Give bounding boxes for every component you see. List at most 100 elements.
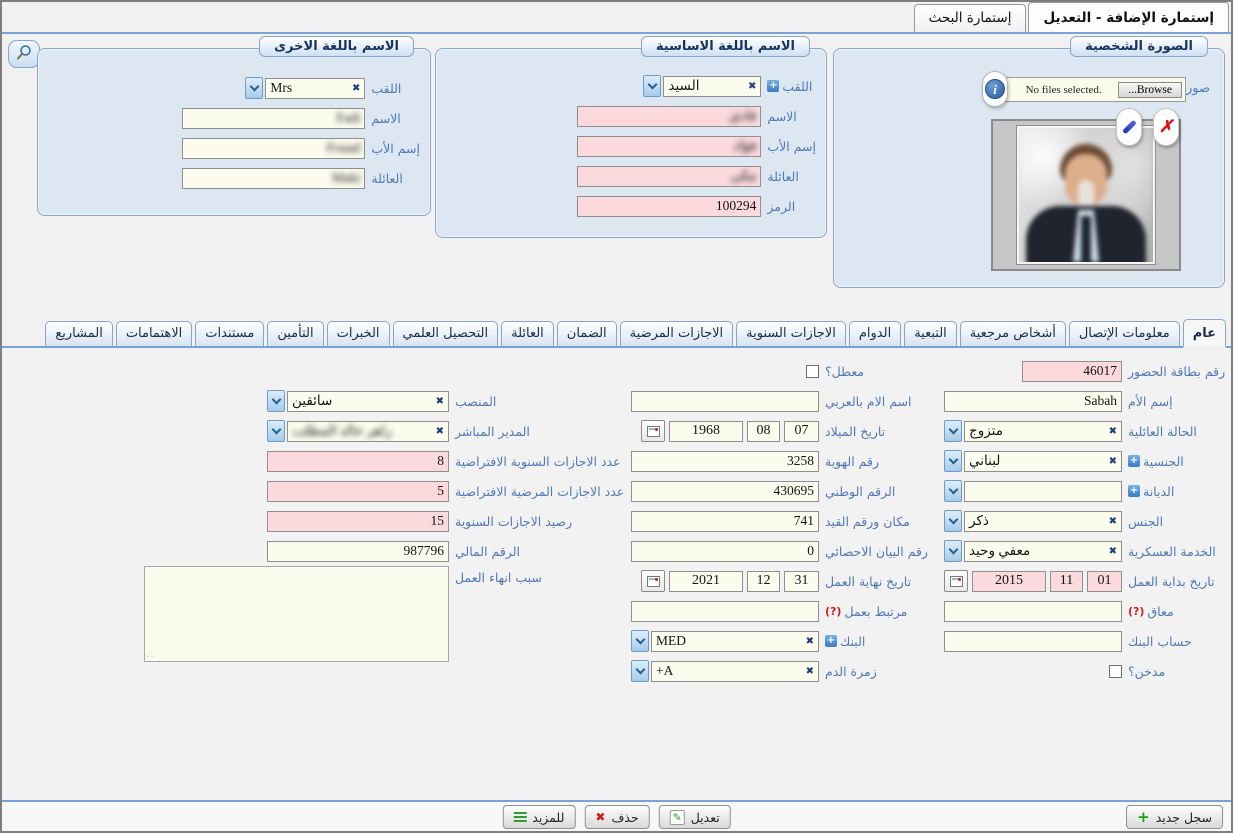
father-name-primary-input[interactable]: فؤاد bbox=[577, 136, 761, 157]
tab-الضمان[interactable]: الضمان bbox=[557, 321, 617, 346]
tab-الاهتمامات[interactable]: الاهتمامات bbox=[116, 321, 192, 346]
bank-account-input[interactable] bbox=[944, 631, 1122, 652]
marital-status-field[interactable]: ✖متزوج bbox=[964, 421, 1122, 442]
calendar-icon[interactable] bbox=[641, 570, 665, 592]
work-start-date-day[interactable]: 01 bbox=[1087, 571, 1122, 592]
mother-name-value: Sabah bbox=[1084, 393, 1117, 409]
chevron-down-icon[interactable] bbox=[944, 450, 962, 472]
chevron-down-icon[interactable] bbox=[631, 660, 649, 682]
direct-manager-field[interactable]: ✖زاهر خالد المطلب bbox=[287, 421, 449, 442]
tab-search-form[interactable]: إستمارة البحث bbox=[914, 4, 1027, 32]
plus-icon[interactable]: + bbox=[767, 80, 779, 92]
more-button[interactable]: للمزيد bbox=[502, 805, 575, 829]
clear-x-icon[interactable]: ✖ bbox=[1109, 426, 1117, 437]
work-end-date-day[interactable]: 31 bbox=[784, 571, 819, 592]
birth-date-month[interactable]: 08 bbox=[747, 421, 780, 442]
identity-number-input[interactable]: 3258 bbox=[631, 451, 819, 472]
military-service-field[interactable]: ✖معفي وحيد bbox=[964, 541, 1122, 562]
photo-info-badge[interactable]: i bbox=[982, 71, 1008, 107]
clear-x-icon[interactable]: ✖ bbox=[1109, 516, 1117, 527]
chevron-down-icon[interactable] bbox=[267, 390, 285, 412]
position-field[interactable]: ✖سائقين bbox=[287, 391, 449, 412]
chevron-down-icon[interactable] bbox=[643, 75, 661, 97]
clear-x-icon[interactable]: ✖ bbox=[806, 636, 814, 647]
tab-التبعية[interactable]: التبعية bbox=[904, 321, 957, 346]
tab-الاجازات المرضية[interactable]: الاجازات المرضية bbox=[620, 321, 733, 346]
chevron-down-icon[interactable] bbox=[631, 630, 649, 652]
tab-معلومات الإتصال[interactable]: معلومات الإتصال bbox=[1069, 321, 1180, 346]
calendar-icon[interactable] bbox=[641, 420, 665, 442]
tab-الدوام[interactable]: الدوام bbox=[849, 321, 901, 346]
tab-عام[interactable]: عام bbox=[1183, 319, 1226, 348]
plus-icon[interactable]: + bbox=[1128, 485, 1140, 497]
mother-name-arabic-input[interactable] bbox=[631, 391, 819, 412]
clear-x-icon[interactable]: ✖ bbox=[436, 426, 444, 437]
chevron-down-icon[interactable] bbox=[267, 420, 285, 442]
smoker-checkbox[interactable] bbox=[1109, 665, 1122, 678]
linked-to-work-input[interactable] bbox=[631, 601, 819, 622]
chevron-down-icon[interactable] bbox=[245, 77, 263, 99]
edit-button[interactable]: تعديل ✎ bbox=[659, 805, 731, 829]
religion-field[interactable] bbox=[964, 481, 1122, 502]
tab-التأمين[interactable]: التأمين bbox=[267, 321, 323, 346]
new-record-button[interactable]: سجل جديد + bbox=[1126, 805, 1223, 829]
tab-مستندات[interactable]: مستندات bbox=[195, 321, 264, 346]
annual-leaves-balance-input[interactable]: 15 bbox=[267, 511, 449, 532]
clear-x-icon[interactable]: ✖ bbox=[436, 396, 444, 407]
title-other-field[interactable]: ✖Mrs bbox=[265, 78, 365, 99]
national-number-input[interactable]: 430695 bbox=[631, 481, 819, 502]
statistical-statement-number-input[interactable]: 0 bbox=[631, 541, 819, 562]
delete-button[interactable]: حذف ✖ bbox=[584, 805, 649, 829]
delete-photo-button[interactable]: ✗ bbox=[1153, 108, 1179, 146]
tab-الخبرات[interactable]: الخبرات bbox=[327, 321, 390, 346]
birth-date-year[interactable]: 1968 bbox=[669, 421, 743, 442]
chevron-down-icon[interactable] bbox=[944, 480, 962, 502]
work-termination-reason-textarea[interactable] bbox=[144, 566, 449, 662]
registry-place-number-input[interactable]: 741 bbox=[631, 511, 819, 532]
tab-add-edit-form[interactable]: إستمارة الإضافة - التعديل bbox=[1028, 2, 1229, 32]
clear-x-icon[interactable]: ✖ bbox=[352, 83, 360, 94]
plus-icon[interactable]: + bbox=[825, 635, 837, 647]
first-name-primary-input[interactable]: فادي bbox=[577, 106, 761, 127]
browse-button[interactable]: Browse... bbox=[1118, 82, 1182, 98]
blood-type-field[interactable]: ✖A+ bbox=[651, 661, 819, 682]
disabled-input[interactable] bbox=[944, 601, 1122, 622]
plus-icon[interactable]: + bbox=[1128, 455, 1140, 467]
tab-أشخاص مرجعية[interactable]: أشخاص مرجعية bbox=[960, 321, 1066, 346]
calendar-icon[interactable] bbox=[944, 570, 968, 592]
inactive-checkbox[interactable] bbox=[806, 365, 819, 378]
family-name-other-input[interactable]: Maki bbox=[182, 168, 365, 189]
work-end-date-month[interactable]: 12 bbox=[747, 571, 780, 592]
clear-x-icon[interactable]: ✖ bbox=[1109, 456, 1117, 467]
tab-الاجازات السنوية[interactable]: الاجازات السنوية bbox=[736, 321, 846, 346]
default-annual-leaves-input[interactable]: 8 bbox=[267, 451, 449, 472]
nationality-field[interactable]: ✖لبناني bbox=[964, 451, 1122, 472]
title-primary-field[interactable]: ✖السيد bbox=[663, 76, 761, 97]
mother-name-input[interactable]: Sabah bbox=[944, 391, 1122, 412]
attendance-card-number-input[interactable]: 46017 bbox=[1022, 361, 1122, 382]
clear-x-icon[interactable]: ✖ bbox=[806, 666, 814, 677]
work-end-date-year[interactable]: 2021 bbox=[669, 571, 743, 592]
first-name-other-input[interactable]: Fadi bbox=[182, 108, 365, 129]
work-start-date-month[interactable]: 11 bbox=[1050, 571, 1083, 592]
bank-field[interactable]: ✖MED bbox=[651, 631, 819, 652]
work-start-date-year[interactable]: 2015 bbox=[972, 571, 1046, 592]
default-sick-leaves-input[interactable]: 5 bbox=[267, 481, 449, 502]
tab-التحصيل العلمي[interactable]: التحصيل العلمي bbox=[393, 321, 499, 346]
family-name-primary-input[interactable]: مكي bbox=[577, 166, 761, 187]
chevron-down-icon[interactable] bbox=[944, 540, 962, 562]
clear-x-icon[interactable]: ✖ bbox=[748, 81, 756, 92]
chevron-down-icon[interactable] bbox=[944, 420, 962, 442]
tab-العائلة[interactable]: العائلة bbox=[501, 321, 554, 346]
financial-number-input[interactable]: 987796 bbox=[267, 541, 449, 562]
edit-photo-button[interactable] bbox=[1116, 108, 1142, 146]
birth-date-day[interactable]: 07 bbox=[784, 421, 819, 442]
clear-x-icon[interactable]: ✖ bbox=[1109, 546, 1117, 557]
magnifier-button[interactable] bbox=[8, 40, 40, 68]
father-name-other-input[interactable]: Fouad bbox=[182, 138, 365, 159]
chevron-down-icon[interactable] bbox=[944, 510, 962, 532]
gender-field[interactable]: ✖ذكر bbox=[964, 511, 1122, 532]
tab-المشاريع[interactable]: المشاريع bbox=[45, 321, 112, 346]
code-input[interactable]: 100294 bbox=[577, 196, 761, 217]
photo-file-input[interactable]: No files selected. Browse... bbox=[994, 77, 1186, 102]
